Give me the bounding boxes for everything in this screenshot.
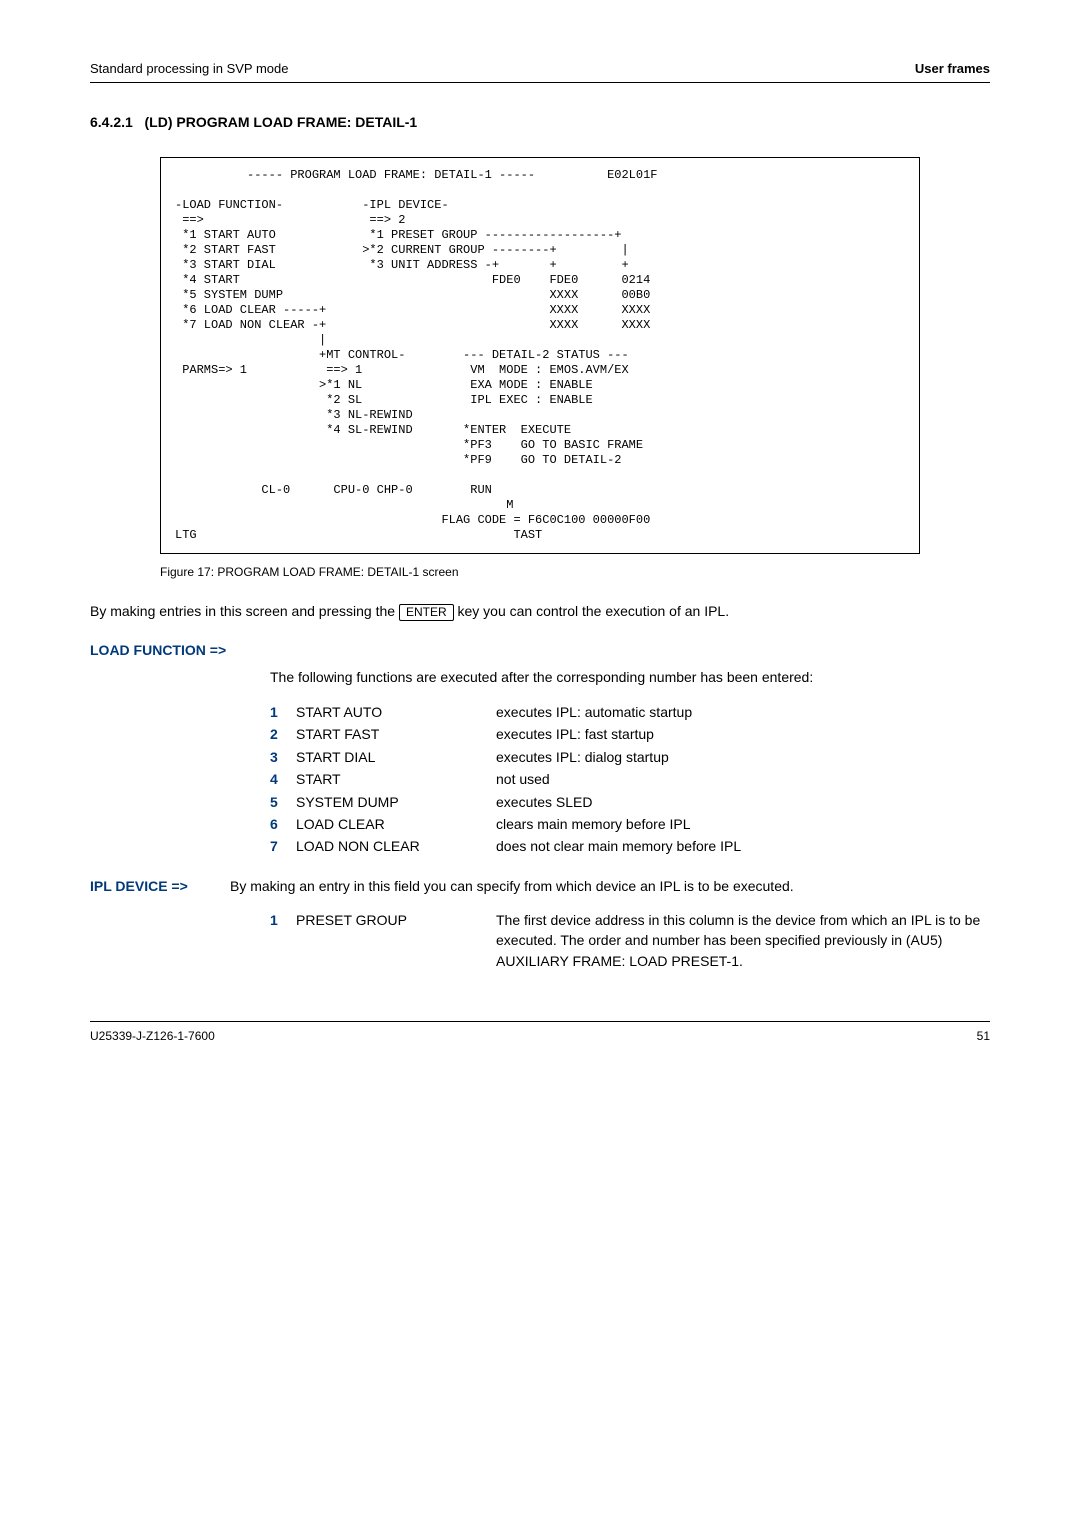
section-heading: 6.4.2.1 (LD) PROGRAM LOAD FRAME: DETAIL-… — [90, 113, 990, 133]
item-desc: executes IPL: automatic startup — [496, 701, 990, 723]
section-title: (LD) PROGRAM LOAD FRAME: DETAIL-1 — [145, 114, 418, 130]
preset-num: 1 — [270, 910, 296, 971]
section-number: 6.4.2.1 — [90, 114, 133, 130]
item-label: START FAST — [296, 723, 496, 745]
item-num: 7 — [270, 835, 296, 857]
item-num: 2 — [270, 723, 296, 745]
preset-label: PRESET GROUP — [296, 910, 496, 971]
item-num: 1 — [270, 701, 296, 723]
list-item: 7 LOAD NON CLEAR does not clear main mem… — [270, 835, 990, 857]
body-paragraph-1: By making entries in this screen and pre… — [90, 601, 990, 622]
list-item: 1 START AUTO executes IPL: automatic sta… — [270, 701, 990, 723]
item-label: START — [296, 768, 496, 790]
preset-desc: The first device address in this column … — [496, 910, 990, 971]
item-label: LOAD CLEAR — [296, 813, 496, 835]
item-label: START DIAL — [296, 746, 496, 768]
header-left: Standard processing in SVP mode — [90, 60, 289, 78]
page-footer: U25339-J-Z126-1-7600 51 — [90, 1021, 990, 1045]
preset-group-row: 1 PRESET GROUP The first device address … — [270, 910, 990, 971]
item-num: 3 — [270, 746, 296, 768]
item-desc: executes SLED — [496, 791, 990, 813]
ipl-device-intro: By making an entry in this field you can… — [230, 876, 794, 896]
list-item: 5 SYSTEM DUMP executes SLED — [270, 791, 990, 813]
item-desc: executes IPL: dialog startup — [496, 746, 990, 768]
body1-b: key you can control the execution of an … — [454, 603, 730, 619]
item-num: 4 — [270, 768, 296, 790]
page-header: Standard processing in SVP mode User fra… — [90, 60, 990, 83]
item-desc: does not clear main memory before IPL — [496, 835, 990, 857]
enter-key: ENTER — [399, 604, 454, 622]
item-num: 6 — [270, 813, 296, 835]
ipl-device-heading: IPL DEVICE => — [90, 876, 230, 896]
list-item: 6 LOAD CLEAR clears main memory before I… — [270, 813, 990, 835]
footer-left: U25339-J-Z126-1-7600 — [90, 1028, 215, 1045]
list-item: 2 START FAST executes IPL: fast startup — [270, 723, 990, 745]
item-label: LOAD NON CLEAR — [296, 835, 496, 857]
body1-a: By making entries in this screen and pre… — [90, 603, 399, 619]
load-function-heading: LOAD FUNCTION => — [90, 641, 990, 661]
item-label: SYSTEM DUMP — [296, 791, 496, 813]
figure-caption: Figure 17: PROGRAM LOAD FRAME: DETAIL-1 … — [160, 564, 990, 581]
item-desc: executes IPL: fast startup — [496, 723, 990, 745]
header-right: User frames — [915, 60, 990, 78]
footer-page-number: 51 — [977, 1028, 990, 1045]
item-label: START AUTO — [296, 701, 496, 723]
item-num: 5 — [270, 791, 296, 813]
item-desc: not used — [496, 768, 990, 790]
list-item: 3 START DIAL executes IPL: dialog startu… — [270, 746, 990, 768]
ipl-device-row: IPL DEVICE => By making an entry in this… — [90, 876, 990, 896]
list-item: 4 START not used — [270, 768, 990, 790]
load-function-intro: The following functions are executed aft… — [270, 667, 990, 687]
terminal-screen: ----- PROGRAM LOAD FRAME: DETAIL-1 -----… — [160, 157, 920, 554]
item-desc: clears main memory before IPL — [496, 813, 990, 835]
